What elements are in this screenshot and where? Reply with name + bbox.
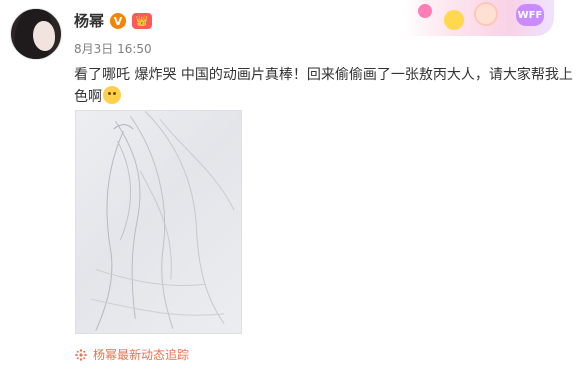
vip-badge-icon[interactable]: V [110, 13, 127, 29]
post-image[interactable] [75, 110, 242, 334]
post-time[interactable]: 8月3日 16:50 [74, 40, 152, 57]
follow-updates-link[interactable]: 杨幂最新动态追踪 [75, 346, 189, 363]
pink-bubble-icon [418, 4, 432, 18]
decor-tag: WFF [516, 4, 544, 26]
post-text: 看了哪吒 爆炸哭 中国的动画片真棒！回来偷偷画了一张敖丙大人，请大家帮我上色啊 [74, 64, 574, 108]
pencil-sketch-illustration [90, 111, 235, 331]
username[interactable]: 杨幂 [74, 11, 104, 31]
yellow-emoji-icon [444, 10, 464, 30]
header-name-row: 杨幂 V 👑 [74, 11, 153, 31]
spark-icon [75, 348, 87, 361]
follow-updates-label: 杨幂最新动态追踪 [93, 348, 190, 362]
avatar[interactable] [10, 8, 62, 60]
avatar-face [33, 21, 55, 51]
cartoon-face-icon [474, 2, 498, 26]
profile-decoration: WFF [404, 0, 554, 36]
crown-badge-icon[interactable]: 👑 [132, 13, 153, 29]
post-text-body: 看了哪吒 爆炸哭 中国的动画片真棒！回来偷偷画了一张敖丙大人，请大家帮我上色啊 [74, 67, 573, 105]
hug-emoji-icon [103, 86, 121, 104]
